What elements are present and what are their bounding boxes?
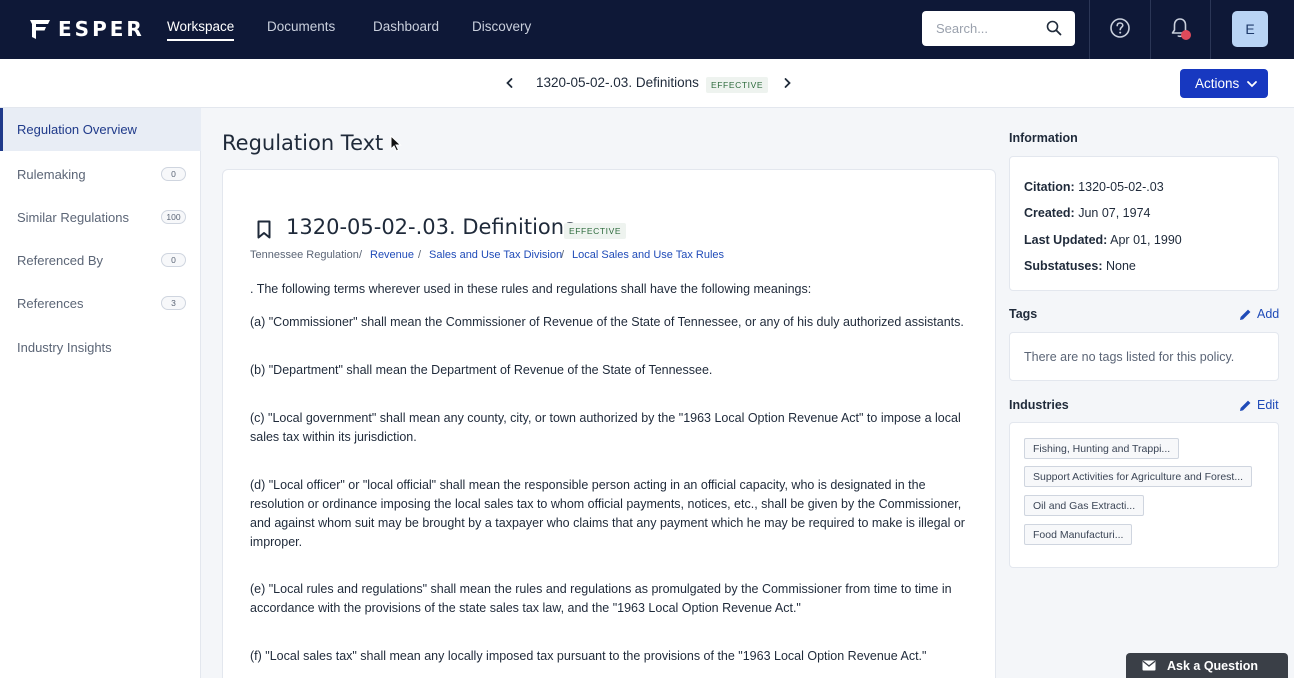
top-navbar: ESPER Workspace Documents Dashboard Disc…	[0, 0, 1294, 59]
breadcrumb-link-sales-use-tax[interactable]: Sales and Use Tax Division	[429, 249, 562, 261]
navbar-divider	[1150, 0, 1151, 59]
citation-row: Citation: 1320-05-02-.03	[1024, 180, 1164, 194]
industry-tag[interactable]: Support Activities for Agriculture and F…	[1024, 466, 1253, 487]
edit-industries-button[interactable]: Edit	[1239, 398, 1279, 412]
nav-dashboard[interactable]: Dashboard	[373, 19, 439, 34]
information-card: Citation: 1320-05-02-.03 Created: Jun 07…	[1009, 156, 1279, 291]
search-box[interactable]	[922, 11, 1075, 46]
brand-name: ESPER	[58, 17, 145, 41]
mouse-cursor-icon	[390, 135, 402, 152]
citation-value: 1320-05-02-.03	[1078, 180, 1164, 194]
industries-card: Fishing, Hunting and Trappi... Support A…	[1009, 422, 1279, 568]
tags-card: There are no tags listed for this policy…	[1009, 332, 1279, 381]
last-updated-row: Last Updated: Apr 01, 1990	[1024, 233, 1182, 247]
substatuses-row: Substatuses: None	[1024, 259, 1136, 273]
sidebar-item-label: Rulemaking	[17, 167, 86, 182]
avatar[interactable]: E	[1232, 11, 1268, 47]
regulation-paragraph: (e) "Local rules and regulations" shall …	[250, 582, 952, 615]
regulation-paragraph: . The following terms wherever used in t…	[250, 282, 812, 296]
envelope-icon	[1142, 660, 1156, 671]
breadcrumb-item: Tennessee Regulation	[250, 249, 359, 261]
chevron-right-icon[interactable]	[781, 77, 793, 89]
status-badge: EFFECTIVE	[564, 223, 627, 239]
sidebar: Regulation Overview Rulemaking 0 Similar…	[0, 108, 201, 678]
pencil-icon	[1240, 400, 1251, 411]
help-icon[interactable]	[1109, 17, 1131, 39]
last-updated-value: Apr 01, 1990	[1110, 233, 1182, 247]
sidebar-item-label: Referenced By	[17, 253, 103, 268]
edit-industries-label: Edit	[1257, 398, 1279, 412]
chevron-left-icon[interactable]	[504, 77, 516, 89]
document-header: 1320-05-02-.03. Definitions EFFECTIVE Ac…	[0, 59, 1294, 108]
count-badge: 0	[161, 253, 186, 267]
pencil-icon	[1240, 309, 1251, 320]
sidebar-item-regulation-overview[interactable]: Regulation Overview	[0, 108, 201, 151]
actions-button-label: Actions	[1195, 76, 1240, 91]
notification-dot	[1181, 30, 1191, 40]
document-header-title: 1320-05-02-.03. Definitions	[536, 75, 699, 90]
breadcrumb-separator: /	[561, 249, 565, 261]
status-badge: EFFECTIVE	[706, 77, 769, 93]
created-label: Created:	[1024, 206, 1075, 220]
sidebar-item-similar-regulations[interactable]: Similar Regulations 100	[0, 196, 201, 239]
bookmark-icon[interactable]	[256, 220, 272, 239]
nav-discovery[interactable]: Discovery	[472, 19, 531, 34]
breadcrumb-separator: /	[418, 249, 422, 261]
search-icon[interactable]	[1046, 20, 1062, 36]
substatuses-label: Substatuses:	[1024, 259, 1103, 273]
information-heading: Information	[1009, 131, 1078, 145]
search-input[interactable]	[922, 11, 1042, 46]
sidebar-item-label: References	[17, 296, 84, 311]
regulation-paragraph: (d) "Local officer" or "local official" …	[250, 478, 965, 549]
esper-logo-icon	[30, 20, 50, 39]
sidebar-item-referenced-by[interactable]: Referenced By 0	[0, 239, 201, 282]
esper-logo[interactable]: ESPER	[28, 16, 145, 42]
regulation-paragraph: (a) "Commissioner" shall mean the Commis…	[250, 315, 964, 329]
sidebar-item-label: Industry Insights	[17, 340, 112, 355]
breadcrumb-separator: /	[359, 249, 363, 261]
sidebar-item-label: Similar Regulations	[17, 210, 129, 225]
sidebar-item-industry-insights[interactable]: Industry Insights	[0, 326, 201, 369]
regulation-paragraph: (c) "Local government" shall mean any co…	[250, 411, 961, 444]
ask-question-label: Ask a Question	[1167, 658, 1258, 673]
count-badge: 3	[161, 296, 186, 310]
no-tags-message: There are no tags listed for this policy…	[1024, 350, 1235, 364]
sidebar-item-rulemaking[interactable]: Rulemaking 0	[0, 153, 201, 196]
created-value: Jun 07, 1974	[1078, 206, 1151, 220]
breadcrumb-link-local-rules[interactable]: Local Sales and Use Tax Rules	[572, 249, 724, 261]
industry-tag[interactable]: Oil and Gas Extracti...	[1024, 495, 1145, 516]
count-badge: 0	[161, 167, 186, 181]
tags-heading: Tags	[1009, 307, 1038, 321]
industry-tag[interactable]: Fishing, Hunting and Trappi...	[1024, 438, 1180, 459]
sidebar-item-references[interactable]: References 3	[0, 282, 201, 325]
last-updated-label: Last Updated:	[1024, 233, 1108, 247]
regulation-paragraph: (f) "Local sales tax" shall mean any loc…	[250, 649, 927, 663]
substatuses-value: None	[1105, 259, 1136, 273]
created-row: Created: Jun 07, 1974	[1024, 206, 1151, 220]
citation-label: Citation:	[1024, 180, 1075, 194]
regulation-title: 1320-05-02-.03. Definitions	[286, 215, 575, 239]
breadcrumb-link-revenue[interactable]: Revenue	[370, 249, 414, 261]
nav-workspace[interactable]: Workspace	[167, 19, 235, 41]
industries-heading: Industries	[1009, 398, 1069, 412]
page-title: Regulation Text	[222, 131, 384, 155]
navbar-divider	[1210, 0, 1211, 59]
ask-question-button[interactable]: Ask a Question	[1126, 653, 1288, 678]
actions-button[interactable]: Actions	[1180, 69, 1268, 98]
navbar-divider	[1089, 0, 1090, 59]
sidebar-item-label: Regulation Overview	[17, 122, 137, 137]
add-tag-label: Add	[1257, 307, 1280, 321]
regulation-paragraph: (b) "Department" shall mean the Departme…	[250, 363, 713, 377]
industry-tag[interactable]: Food Manufacturi...	[1024, 524, 1133, 545]
nav-documents[interactable]: Documents	[267, 19, 335, 34]
chevron-down-icon	[1247, 81, 1257, 88]
count-badge: 100	[161, 210, 186, 224]
add-tag-button[interactable]: Add	[1239, 307, 1279, 321]
regulation-text-card: 1320-05-02-.03. Definitions EFFECTIVE Te…	[222, 169, 996, 678]
